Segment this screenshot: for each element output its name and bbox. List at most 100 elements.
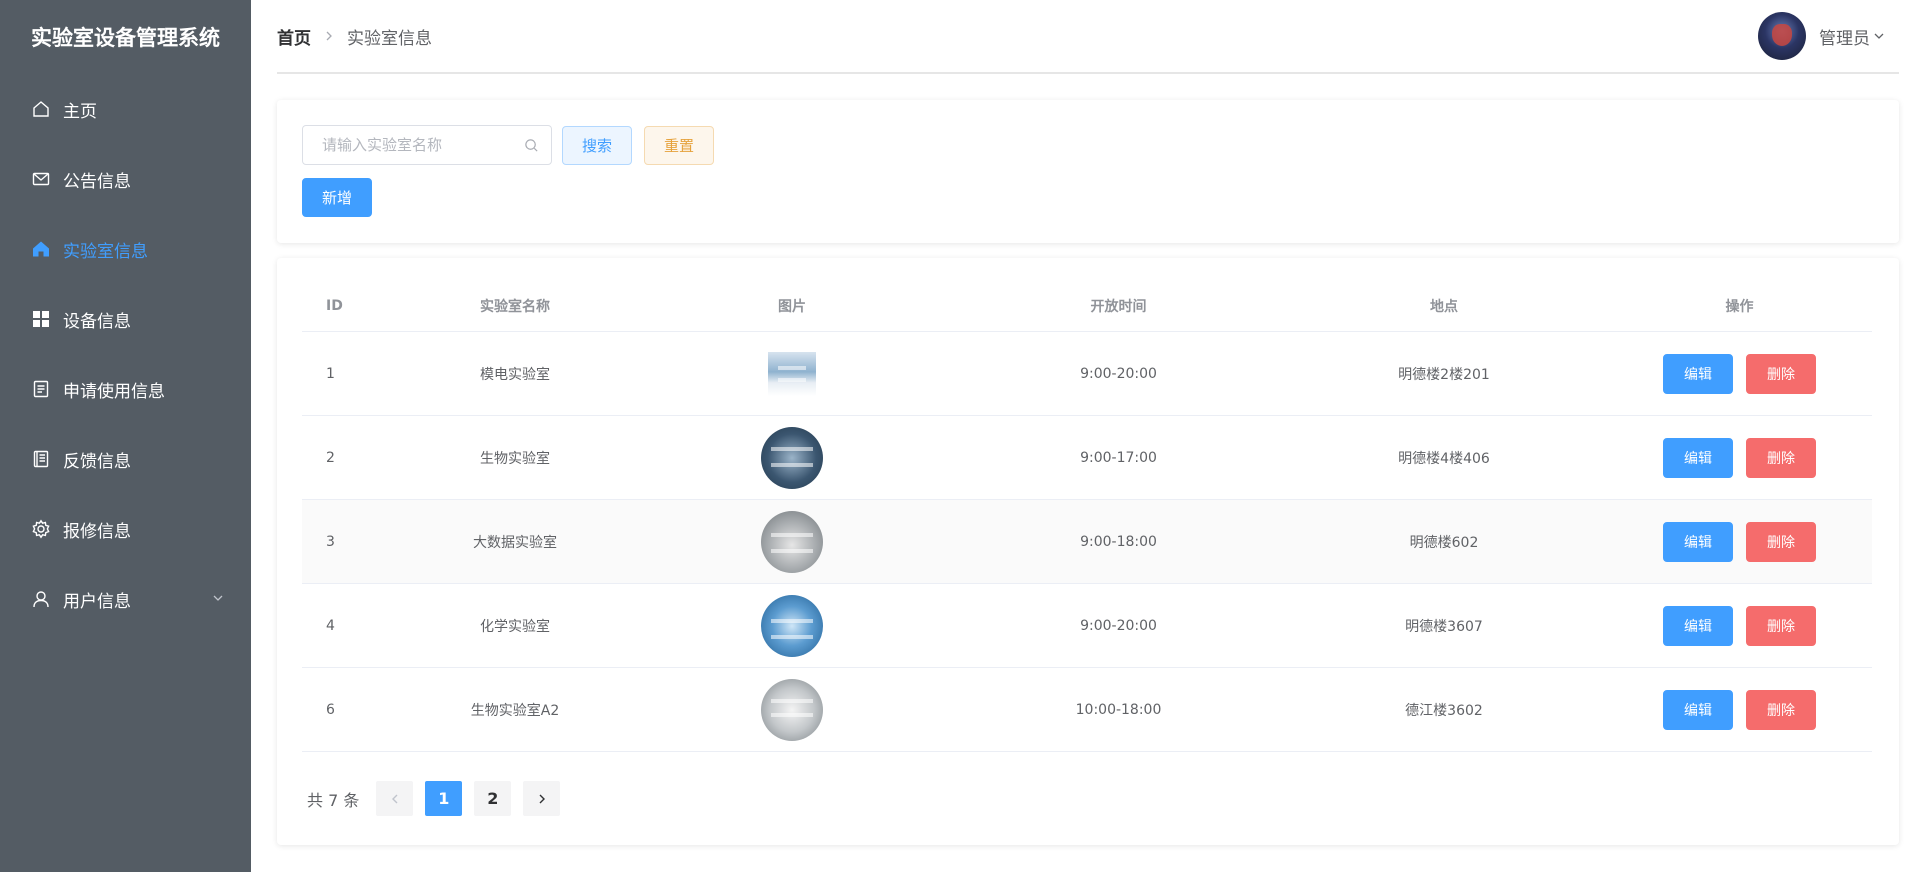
edit-button[interactable]: 编辑 [1663, 605, 1733, 646]
chevron-down-icon [1874, 33, 1884, 39]
breadcrumb-current: 实验室信息 [347, 28, 432, 49]
cell-open-time: 9:00-18:00 [1080, 533, 1157, 550]
lab-table: ID 实验室名称 图片 开放时间 地点 操作 1 模电实验室 9:00-20:0… [302, 280, 1872, 752]
search-button[interactable]: 搜索 [562, 125, 632, 165]
edit-button[interactable]: 编辑 [1663, 521, 1733, 562]
app-title: 实验室设备管理系统 [31, 26, 220, 50]
cell-actions: 编辑 删除 [1607, 521, 1872, 562]
column-header-actions: 操作 [1725, 298, 1754, 315]
cell-name: 生物实验室A2 [470, 702, 560, 719]
table-panel: ID 实验室名称 图片 开放时间 地点 操作 1 模电实验室 9:00-20:0… [277, 258, 1899, 845]
chevron-right-icon [539, 794, 545, 803]
table-row: 1 模电实验室 9:00-20:00 明德楼2楼201 编辑 删除 [302, 332, 1872, 416]
cell-location: 德江楼3602 [1405, 702, 1483, 719]
edit-button[interactable]: 编辑 [1663, 353, 1733, 394]
cell-actions: 编辑 删除 [1607, 353, 1872, 394]
sidebar-item-label: 反馈信息 [63, 451, 131, 472]
sidebar-item-equipment[interactable]: 设备信息 [0, 284, 251, 354]
cell-image [628, 510, 956, 573]
avatar[interactable] [1758, 12, 1806, 60]
sidebar-item-feedback[interactable]: 反馈信息 [0, 424, 251, 494]
sidebar-item-labs[interactable]: 实验室信息 [0, 214, 251, 284]
sidebar-item-label: 公告信息 [63, 171, 131, 192]
user-name: 管理员 [1819, 28, 1870, 49]
sidebar-item-announcements[interactable]: 公告信息 [0, 144, 251, 214]
sidebar-item-repairs[interactable]: 报修信息 [0, 494, 251, 564]
cell-image [628, 678, 956, 741]
user-menu[interactable]: 管理员 [1758, 12, 1886, 60]
cell-image [628, 426, 956, 489]
breadcrumb-home[interactable]: 首页 [277, 24, 311, 49]
lab-image[interactable] [761, 426, 823, 489]
cell-id: 2 [326, 449, 335, 466]
user-dropdown[interactable]: 管理员 [1819, 24, 1886, 49]
cell-name: 大数据实验室 [473, 534, 557, 551]
cell-open-time: 9:00-20:00 [1080, 365, 1157, 382]
gear-icon [30, 518, 52, 540]
sidebar-item-users[interactable]: 用户信息 [0, 564, 251, 634]
search-input[interactable] [322, 136, 512, 154]
sidebar-item-applications[interactable]: 申请使用信息 [0, 354, 251, 424]
chevron-left-icon [391, 794, 398, 803]
main-content: 首页 实验室信息 管理员 搜索 [251, 0, 1919, 872]
column-header-id: ID [326, 297, 343, 314]
edit-button[interactable]: 编辑 [1663, 437, 1733, 478]
table-row: 2 生物实验室 9:00-17:00 明德楼4楼406 编辑 删除 [302, 416, 1872, 500]
cell-location: 明德楼2楼201 [1398, 366, 1490, 383]
chevron-down-icon[interactable] [211, 591, 225, 605]
table-row: 6 生物实验室A2 10:00-18:00 德江楼3602 编辑 删除 [302, 668, 1872, 752]
page-button-2[interactable]: 2 [474, 781, 512, 816]
add-button[interactable]: 新增 [302, 178, 372, 217]
cell-id: 1 [326, 365, 335, 382]
cell-id: 3 [326, 533, 335, 550]
column-header-name: 实验室名称 [480, 298, 550, 315]
cell-id: 4 [326, 617, 335, 634]
search-row: 搜索 重置 [302, 125, 714, 165]
grid-icon [30, 308, 52, 330]
lab-image[interactable] [761, 510, 823, 573]
cell-actions: 编辑 删除 [1607, 689, 1872, 730]
cell-actions: 编辑 删除 [1607, 605, 1872, 646]
lab-image[interactable] [761, 678, 823, 741]
page-button-1[interactable]: 1 [425, 781, 463, 816]
chevron-right-icon [323, 30, 335, 42]
lab-image[interactable] [761, 594, 823, 657]
next-page-button[interactable] [523, 781, 561, 816]
sidebar-item-label: 用户信息 [63, 591, 131, 612]
cell-image [628, 594, 956, 657]
document-icon [30, 378, 52, 400]
cell-id: 6 [326, 701, 335, 718]
prev-page-button[interactable] [376, 781, 414, 816]
house-icon [30, 238, 52, 260]
user-icon [30, 588, 52, 610]
pagination-total: 共 7 条 [307, 790, 360, 810]
edit-button[interactable]: 编辑 [1663, 689, 1733, 730]
home-icon [30, 98, 52, 120]
cell-image [628, 351, 956, 396]
delete-button[interactable]: 删除 [1746, 353, 1816, 394]
cell-name: 模电实验室 [480, 366, 550, 383]
delete-button[interactable]: 删除 [1746, 605, 1816, 646]
sidebar: 实验室设备管理系统 主页 公告信息 实验室信息 设备信息 申请使用信息 反馈信息… [0, 0, 251, 872]
breadcrumb: 首页 实验室信息 [277, 24, 432, 49]
table-header: ID 实验室名称 图片 开放时间 地点 操作 [302, 280, 1872, 332]
cell-open-time: 9:00-20:00 [1080, 617, 1157, 634]
cell-open-time: 9:00-17:00 [1080, 449, 1157, 466]
delete-button[interactable]: 删除 [1746, 437, 1816, 478]
column-header-image: 图片 [778, 298, 806, 315]
sidebar-item-label: 报修信息 [63, 521, 131, 542]
sidebar-item-home[interactable]: 主页 [0, 74, 251, 144]
cell-location: 明德楼3607 [1405, 618, 1483, 635]
lab-image[interactable] [768, 351, 816, 396]
cell-open-time: 10:00-18:00 [1075, 701, 1162, 718]
cell-name: 化学实验室 [480, 618, 550, 635]
reset-button[interactable]: 重置 [644, 125, 714, 165]
search-panel: 搜索 重置 新增 [277, 100, 1899, 243]
notebook-icon [30, 448, 52, 470]
delete-button[interactable]: 删除 [1746, 521, 1816, 562]
app-root: 实验室设备管理系统 主页 公告信息 实验室信息 设备信息 申请使用信息 反馈信息… [0, 0, 1919, 872]
cell-location: 明德楼602 [1409, 534, 1479, 551]
cell-actions: 编辑 删除 [1607, 437, 1872, 478]
search-icon [525, 139, 538, 152]
delete-button[interactable]: 删除 [1746, 689, 1816, 730]
